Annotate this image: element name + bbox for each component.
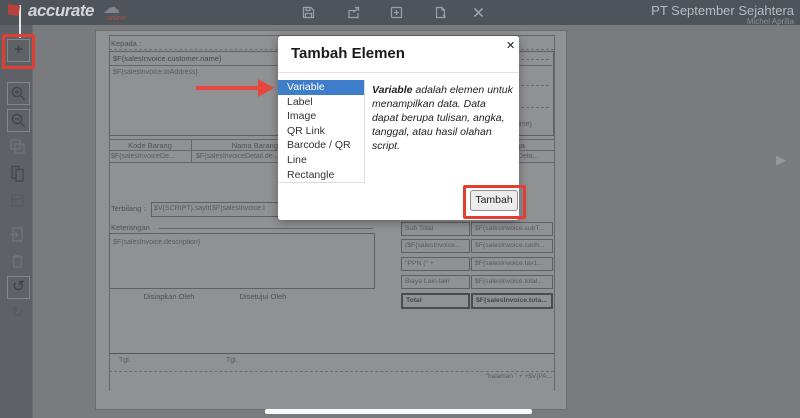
- modal-divider: [278, 72, 519, 73]
- element-type-list: Variable Label Image QR Link Barcode / Q…: [278, 80, 365, 183]
- footer-dash: [109, 371, 554, 372]
- document-preview-icon[interactable]: [434, 6, 447, 19]
- table-border: [554, 139, 555, 162]
- highlight-add-element: [2, 34, 35, 69]
- pages-icon[interactable]: [7, 190, 28, 211]
- save-icon[interactable]: [302, 6, 315, 19]
- col-header-nama-barang[interactable]: Nama Barang: [196, 141, 278, 150]
- list-item-barcode-qr[interactable]: Barcode / QR: [278, 138, 364, 153]
- redo-icon[interactable]: ↻: [7, 303, 28, 324]
- keterangan-rule: [159, 228, 373, 229]
- to-address-field[interactable]: $F{salesInvoice.toAddress}: [113, 69, 198, 76]
- list-item-label[interactable]: Label: [278, 95, 364, 110]
- template-designer-app: accurate ☁ online PT September Sejahtera…: [0, 0, 800, 418]
- keterangan-label[interactable]: Keterangan: [111, 223, 150, 232]
- footer-line: [109, 353, 554, 354]
- list-item-image[interactable]: Image: [278, 109, 364, 124]
- terbilang-label[interactable]: Terbilang :: [111, 204, 146, 213]
- list-item-qr-link[interactable]: QR Link: [278, 124, 364, 139]
- total-row-value[interactable]: $F{salesInvoice.subT...: [471, 222, 553, 236]
- list-item-variable[interactable]: Variable: [278, 80, 364, 95]
- modal-close-icon[interactable]: ✕: [506, 39, 515, 52]
- total-row-label[interactable]: ($F{salesInvoice...: [401, 239, 470, 253]
- user-name: Michel Aprilia: [746, 17, 794, 26]
- total-row-label[interactable]: "PPN (" +: [401, 257, 470, 271]
- brand-online-label: online: [107, 15, 126, 22]
- import-icon[interactable]: [7, 224, 28, 245]
- tgl-label-2[interactable]: Tgl.: [226, 357, 238, 364]
- add-page-icon[interactable]: [390, 6, 403, 19]
- tambah-elemen-modal: Tambah Elemen ✕ Variable Label Image QR …: [278, 36, 526, 220]
- col-header-kode-barang[interactable]: Kode Barang: [109, 141, 191, 150]
- close-icon[interactable]: [472, 6, 485, 19]
- delete-icon[interactable]: [7, 250, 28, 271]
- sign-label-1[interactable]: Disiapkan Oleh: [134, 292, 204, 301]
- header-field-fragment[interactable]: ame}: [516, 121, 549, 128]
- panel-expander-icon[interactable]: ▶: [776, 152, 786, 168]
- zoom-in-icon[interactable]: [7, 82, 30, 105]
- element-description: Variable adalah elemen untuk menampilkan…: [372, 83, 514, 153]
- total-row-value[interactable]: $F{salesInvoice.tax1...: [471, 257, 553, 271]
- element-description-term: Variable: [372, 84, 413, 96]
- row-field-harga-fragment[interactable]: eDeta...: [514, 153, 552, 160]
- highlight-tambah-button: [463, 185, 526, 219]
- customer-name-field[interactable]: $F{salesInvoice.customer.name}: [113, 54, 221, 63]
- description-field[interactable]: $F{salesInvoice.description}: [113, 239, 368, 246]
- page-number-script[interactable]: "halaman " + +$V{PA...: [402, 373, 552, 380]
- total-row-label[interactable]: Biaya Lain-lain: [401, 275, 470, 289]
- table-border: [191, 139, 192, 162]
- list-item-line[interactable]: Line: [278, 153, 364, 168]
- company-name: PT September Sejahtera: [651, 3, 794, 18]
- total-row-label[interactable]: Total: [401, 293, 470, 309]
- brand-logo: accurate: [28, 1, 94, 20]
- total-row-value[interactable]: $F{salesInvoice.total...: [471, 275, 553, 289]
- tutorial-arrow-head: [258, 79, 274, 97]
- topbar: accurate ☁ online PT September Sejahtera…: [0, 0, 800, 26]
- export-icon[interactable]: [347, 6, 360, 19]
- list-item-rectangle[interactable]: Rectangle: [278, 168, 364, 182]
- tool-sidebar: + ↺ ↻: [0, 25, 33, 418]
- undo-icon[interactable]: ↺: [7, 276, 30, 299]
- margin-line-right: [554, 35, 555, 391]
- duplicate-icon[interactable]: [7, 136, 28, 157]
- zoom-out-icon[interactable]: [7, 109, 30, 132]
- total-row-label[interactable]: Sub Total: [401, 222, 470, 236]
- horizontal-scrollbar[interactable]: [265, 409, 532, 414]
- sign-label-2[interactable]: Disetujui Oleh: [228, 292, 298, 301]
- paste-icon[interactable]: [7, 163, 28, 184]
- tutorial-arrow: [196, 86, 258, 90]
- kepada-label[interactable]: Kepada :: [111, 39, 141, 48]
- total-row-value[interactable]: $F{salesInvoice.cash...: [471, 239, 553, 253]
- total-row-value[interactable]: $F{salesInvoice.tota...: [471, 293, 553, 309]
- modal-title: Tambah Elemen: [291, 45, 405, 62]
- tgl-label-1[interactable]: Tgl.: [119, 357, 131, 364]
- row-field-kode[interactable]: $F{salesInvoiceDe...: [111, 153, 189, 160]
